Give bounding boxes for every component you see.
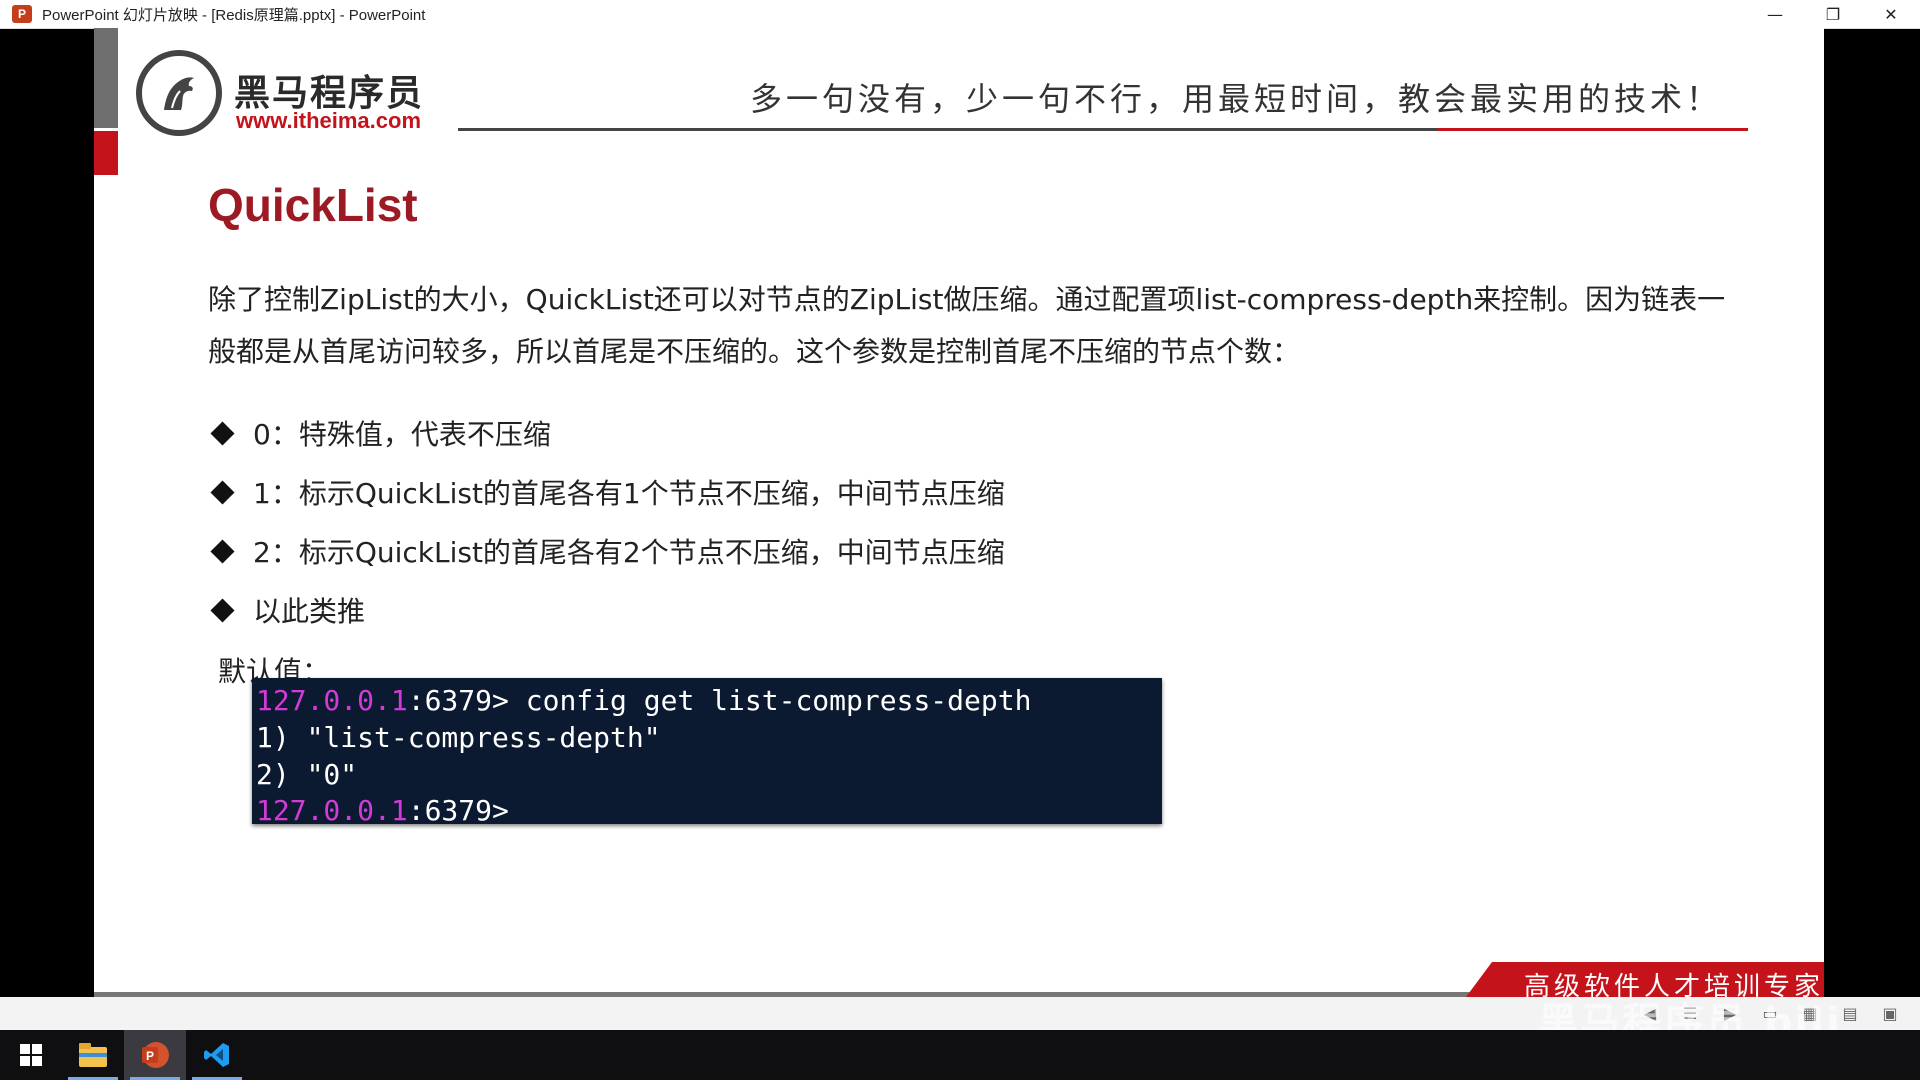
- bullet-text: 2：标示QuickList的首尾各有2个节点不压缩，中间节点压缩: [253, 536, 1005, 569]
- terminal-line: 2) "0": [256, 758, 358, 791]
- vscode-icon[interactable]: [186, 1030, 248, 1080]
- minimize-button[interactable]: —: [1746, 0, 1804, 28]
- bullet-item: 以此类推: [208, 590, 365, 630]
- terminal-ip: 127.0.0.1: [256, 684, 408, 717]
- terminal-line: 1) "list-compress-depth": [256, 721, 661, 754]
- slideshow-icon[interactable]: ▣: [1880, 1003, 1900, 1023]
- bullet-text: 0：特殊值，代表不压缩: [253, 418, 551, 451]
- slide[interactable]: 黑马程序员 www.itheima.com 多一句没有，少一句不行，用最短时间，…: [94, 28, 1824, 997]
- intro-paragraph: 除了控制ZipList的大小，QuickList还可以对节点的ZipList做压…: [208, 283, 1726, 368]
- terminal-prompt: :6379>: [407, 684, 509, 717]
- header-gray-strip: [94, 28, 118, 128]
- reading-view-icon[interactable]: ▤: [1840, 1003, 1860, 1023]
- horse-icon: [164, 77, 194, 110]
- close-button[interactable]: ✕: [1862, 0, 1920, 28]
- diamond-bullet-icon: [210, 420, 235, 446]
- logo-url: www.itheima.com: [236, 108, 422, 133]
- bullet-item: 1：标示QuickList的首尾各有1个节点不压缩，中间节点压缩: [208, 472, 1005, 512]
- bullet-text: 以此类推: [253, 595, 366, 628]
- file-explorer-icon[interactable]: [62, 1030, 124, 1080]
- bullet-item: 2：标示QuickList的首尾各有2个节点不压缩，中间节点压缩: [208, 531, 1005, 571]
- terminal-line: 127.0.0.1:6379>: [256, 794, 509, 827]
- slide-title: QuickList: [208, 179, 418, 231]
- window-title: PowerPoint 幻灯片放映 - [Redis原理篇.pptx] - Pow…: [42, 6, 426, 24]
- diamond-bullet-icon: [210, 479, 235, 505]
- terminal-screenshot: 127.0.0.1:6379> config get list-compress…: [252, 678, 1162, 827]
- powerpoint-app-icon: P: [12, 5, 32, 23]
- terminal-prompt: :6379>: [407, 794, 509, 827]
- windows-taskbar: P: [0, 1030, 1920, 1080]
- restore-button[interactable]: ❐: [1804, 0, 1862, 28]
- header-red-strip: [94, 131, 118, 175]
- powerpoint-icon[interactable]: P: [124, 1030, 186, 1080]
- windows-start-icon[interactable]: [0, 1030, 62, 1080]
- terminal-ip: 127.0.0.1: [256, 794, 408, 827]
- terminal-line: 127.0.0.1:6379> config get list-compress…: [256, 684, 1031, 717]
- svg-text:P: P: [146, 1049, 154, 1063]
- bullet-item: 0：特殊值，代表不压缩: [208, 413, 551, 453]
- header-slogan: 多一句没有，少一句不行，用最短时间，教会最实用的技术！: [750, 80, 1723, 118]
- itheima-logo-icon: [136, 50, 222, 136]
- bullet-text: 1：标示QuickList的首尾各有1个节点不压缩，中间节点压缩: [253, 477, 1005, 510]
- window-titlebar: P PowerPoint 幻灯片放映 - [Redis原理篇.pptx] - P…: [0, 0, 1920, 29]
- diamond-bullet-icon: [210, 538, 235, 564]
- header-divider-accent: [1438, 128, 1748, 131]
- diamond-bullet-icon: [210, 597, 235, 623]
- terminal-command: config get list-compress-depth: [508, 684, 1032, 717]
